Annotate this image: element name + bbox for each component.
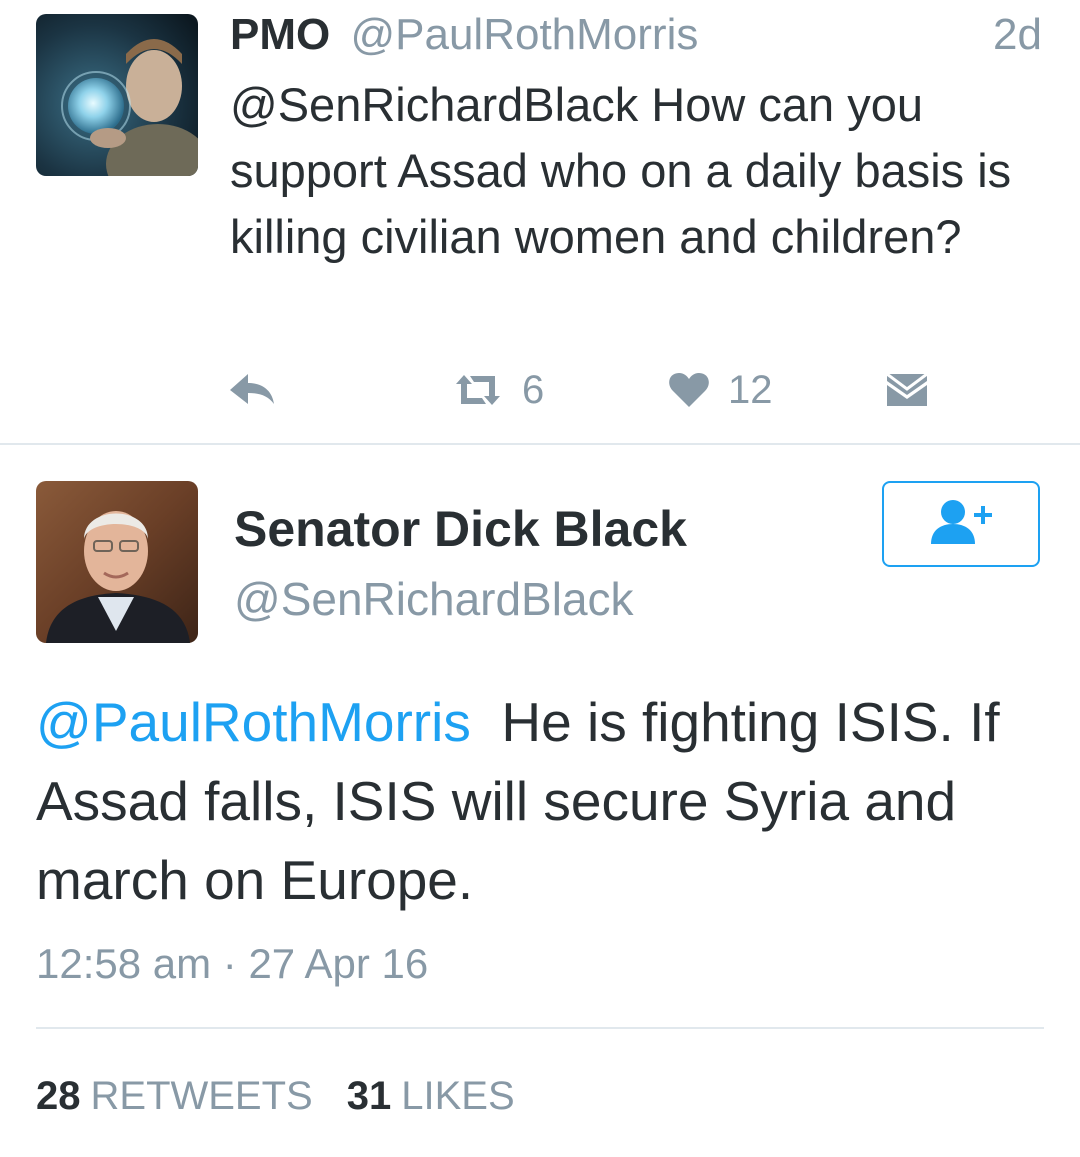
main-author-avatar[interactable] (36, 481, 198, 643)
reply-tweet[interactable]: PMO @PaulRothMorris 2d @SenRichardBlack … (0, 0, 1080, 444)
reply-author-handle[interactable]: @PaulRothMorris (350, 10, 698, 59)
add-user-icon (921, 496, 1001, 553)
reply-tweet-text: @SenRichardBlack How can you support Ass… (230, 78, 1012, 263)
tweet-stats: 28 RETWEETS 31 LIKES (36, 1074, 515, 1119)
like-button[interactable]: 12 (668, 360, 773, 420)
retweets-label: RETWEETS (90, 1074, 313, 1118)
likes-label: LIKES (401, 1074, 515, 1118)
reply-action-bar: 6 12 (0, 360, 1080, 420)
reply-timestamp[interactable]: 2d (993, 10, 1042, 60)
reply-author-avatar[interactable] (36, 14, 198, 176)
follow-button[interactable] (882, 481, 1040, 567)
reply-tweet-header: PMO @PaulRothMorris 2d (230, 10, 1050, 66)
tweet-divider (0, 443, 1080, 445)
stats-divider (36, 1027, 1044, 1029)
tweet-timestamp[interactable]: 12:58 am · 27 Apr 16 (36, 940, 428, 988)
likes-count: 31 (346, 1074, 392, 1118)
heart-icon (668, 371, 710, 409)
main-author-handle[interactable]: @SenRichardBlack (234, 572, 634, 626)
main-tweet-text: @PaulRothMorris He is fighting ISIS. If … (36, 683, 1056, 920)
main-author-name[interactable]: Senator Dick Black (234, 500, 687, 558)
mention-link[interactable]: @PaulRothMorris (36, 691, 471, 753)
retweet-icon (452, 372, 504, 408)
likes-stat[interactable]: 31 LIKES (347, 1074, 515, 1118)
like-count: 12 (728, 367, 773, 412)
reply-icon (228, 370, 276, 410)
direct-message-button[interactable] (884, 360, 930, 420)
reply-button[interactable] (228, 360, 276, 420)
retweet-count: 6 (522, 367, 545, 412)
reply-author-name[interactable]: PMO (230, 10, 330, 59)
retweets-count: 28 (36, 1074, 81, 1118)
retweets-stat[interactable]: 28 RETWEETS (36, 1074, 313, 1118)
retweet-button[interactable]: 6 (452, 360, 544, 420)
envelope-icon (884, 371, 930, 409)
